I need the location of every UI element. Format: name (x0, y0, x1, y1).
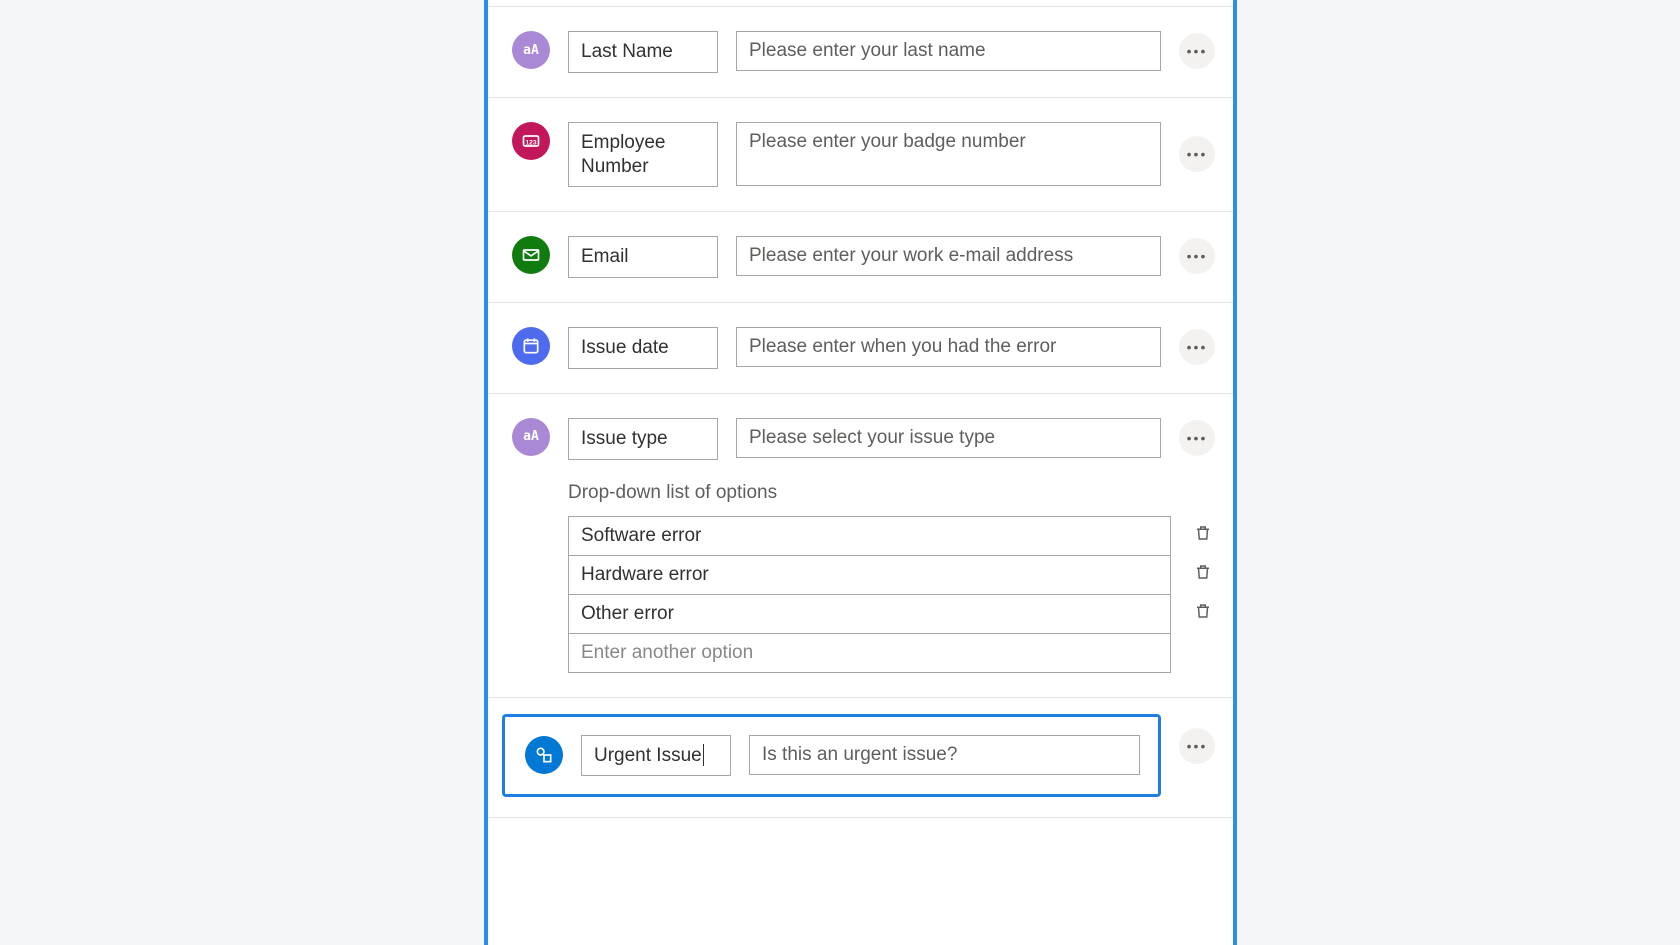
text-icon: aA (512, 418, 550, 456)
bottom-divider (488, 817, 1233, 818)
field-prompt-input[interactable]: Please select your issue type (736, 418, 1161, 458)
field-prompt-input[interactable]: Please enter your badge number (736, 122, 1161, 186)
text-icon: aA (512, 31, 550, 69)
multichoice-icon (525, 736, 563, 774)
field-prompt-input[interactable]: Please enter when you had the error (736, 327, 1161, 367)
form-builder-panel: aA Last Name Please enter your last name… (484, 0, 1237, 945)
more-options-button[interactable] (1179, 420, 1215, 456)
field-name-input[interactable]: Employee Number (568, 122, 718, 188)
number-icon: 123 (512, 122, 550, 160)
dropdown-option-row: Software error (568, 516, 1215, 556)
more-options-button[interactable] (1179, 329, 1215, 365)
delete-option-button[interactable] (1191, 562, 1215, 588)
date-icon (512, 327, 550, 365)
dropdown-option-row: Hardware error (568, 556, 1215, 595)
dropdown-option-input[interactable]: Hardware error (568, 556, 1171, 595)
dropdown-options-block: Drop-down list of options Software error… (568, 482, 1215, 673)
field-prompt-input[interactable]: Please enter your last name (736, 31, 1161, 71)
more-options-button[interactable] (1179, 136, 1215, 172)
field-name-input[interactable]: Email (568, 236, 718, 278)
svg-text:123: 123 (525, 139, 536, 146)
field-name-input[interactable]: Last Name (568, 31, 718, 73)
field-row-employee-number[interactable]: 123 Employee Number Please enter your ba… (488, 98, 1233, 213)
top-divider (488, 0, 1233, 7)
field-row-issue-date[interactable]: Issue date Please enter when you had the… (488, 303, 1233, 394)
dropdown-option-input[interactable]: Other error (568, 595, 1171, 634)
field-name-input[interactable]: Urgent Issue (581, 735, 731, 777)
more-options-button[interactable] (1179, 33, 1215, 69)
field-row-email[interactable]: Email Please enter your work e-mail addr… (488, 212, 1233, 303)
dropdown-option-input[interactable]: Software error (568, 516, 1171, 556)
add-option-input[interactable]: Enter another option (568, 634, 1171, 673)
field-name-input[interactable]: Issue type (568, 418, 718, 460)
field-row-urgent-issue[interactable]: Urgent Issue Is this an urgent issue? (488, 698, 1233, 814)
field-row-issue-type[interactable]: aA Issue type Please select your issue t… (488, 394, 1233, 698)
dropdown-options-title: Drop-down list of options (568, 482, 1215, 504)
delete-option-button[interactable] (1191, 601, 1215, 627)
more-options-button[interactable] (1179, 728, 1215, 764)
text-cursor (703, 744, 704, 766)
dropdown-option-row: Enter another option 🗑 (568, 634, 1215, 673)
field-prompt-input[interactable]: Is this an urgent issue? (749, 735, 1140, 775)
email-icon (512, 236, 550, 274)
delete-option-button[interactable] (1191, 523, 1215, 549)
field-prompt-input[interactable]: Please enter your work e-mail address (736, 236, 1161, 276)
field-name-text: Urgent Issue (594, 745, 702, 766)
field-name-input[interactable]: Issue date (568, 327, 718, 369)
field-row-last-name[interactable]: aA Last Name Please enter your last name (488, 7, 1233, 98)
dropdown-option-row: Other error (568, 595, 1215, 634)
more-options-button[interactable] (1179, 238, 1215, 274)
